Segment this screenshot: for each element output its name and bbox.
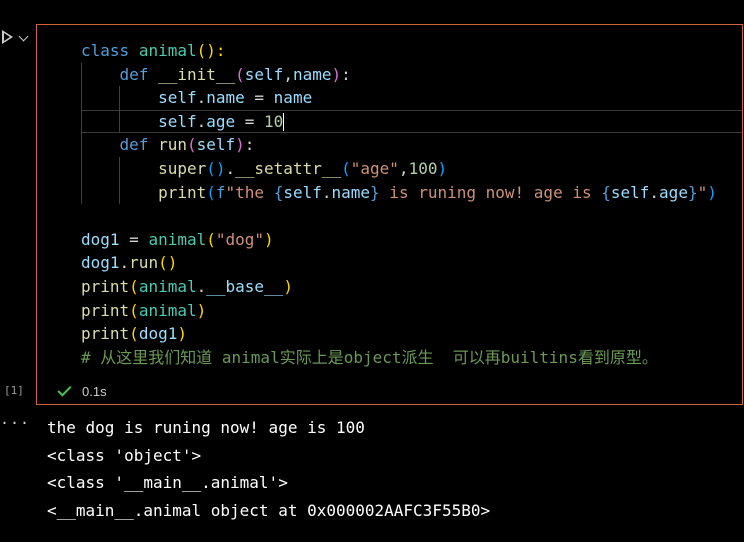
indent-guide [81,62,82,87]
cell-status: 0.1s [57,381,107,401]
code-line-9[interactable]: dog1 = animal("dog") [37,228,742,252]
indent-guide [81,180,82,205]
code-line-8-blank[interactable] [37,204,742,228]
code-line-5[interactable]: def run(self): [37,133,742,157]
code-line-10[interactable]: dog1.run() [37,251,742,275]
code-line-6[interactable]: super().__setattr__("age",100) [37,156,742,181]
code-editor[interactable]: class animal(): def __init__(self,name):… [37,39,742,369]
code-line-7[interactable]: print(f"the {self.name} is runing now! a… [37,180,742,205]
cell-output: the dog is runing now! age is 100 <class… [47,416,490,526]
ellipsis-icon[interactable]: ··· [0,414,30,432]
code-line-1[interactable]: class animal(): [37,39,742,63]
code-line-12[interactable]: print(animal) [37,299,742,323]
indent-guide [119,156,120,181]
output-line: the dog is runing now! age is 100 [47,418,365,437]
play-icon[interactable] [2,30,13,44]
code-line-3[interactable]: self.name = name [37,86,742,110]
execution-count: [1] [4,384,24,397]
text-cursor [283,113,285,132]
check-icon [57,381,72,397]
code-line-14[interactable]: # 从这里我们知道 animal实际上是object派生 可以再builtins… [37,346,742,370]
indent-guide [81,86,82,110]
indent-guide [119,109,120,134]
indent-guide [81,156,82,181]
indent-guide [119,86,120,110]
output-line: <__main__.animal object at 0x000002AAFC3… [47,500,491,520]
code-line-11[interactable]: print(animal.__base__) [37,275,742,299]
chevron-down-icon[interactable] [18,31,29,42]
cell-run-controls [0,30,36,50]
indent-guide [81,109,82,134]
code-line-4-current[interactable]: self.age = 10 [37,109,742,134]
code-cell[interactable]: class animal(): def __init__(self,name):… [36,24,743,405]
code-line-13[interactable]: print(dog1) [37,322,742,346]
output-line: <class '__main__.animal'> [47,473,288,492]
indent-guide [81,133,82,157]
code-line-2[interactable]: def __init__(self,name): [37,62,742,87]
output-line: <class 'object'> [47,445,202,465]
indent-guide [119,180,120,205]
execution-time: 0.1s [82,383,107,399]
